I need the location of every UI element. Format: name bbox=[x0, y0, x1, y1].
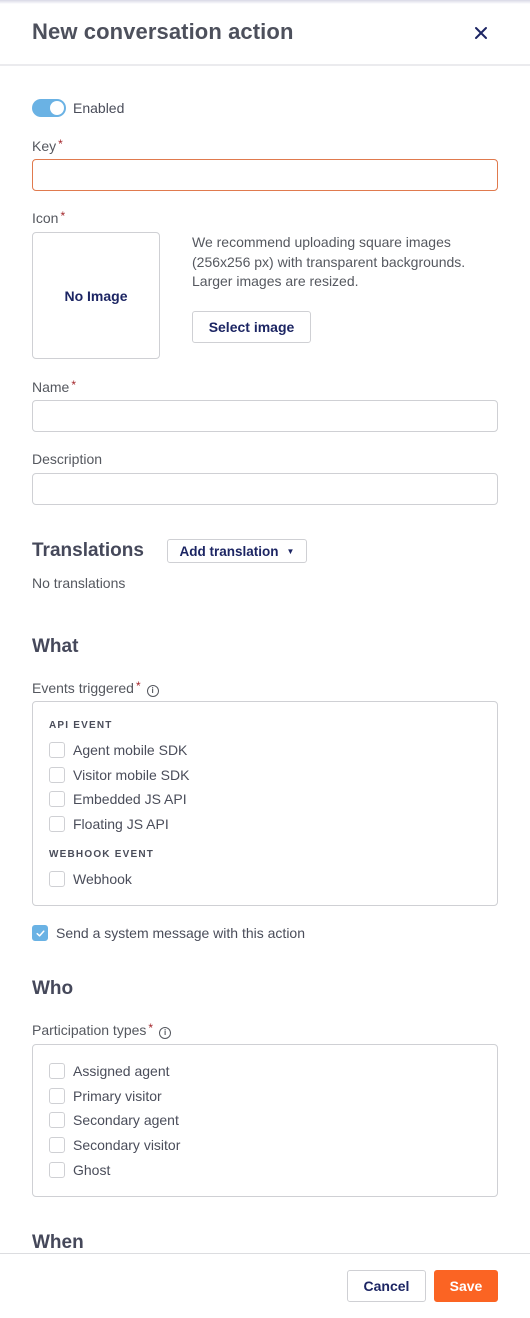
checkbox[interactable] bbox=[49, 742, 65, 758]
checkbox-secondary-visitor[interactable]: Secondary visitor bbox=[49, 1137, 180, 1153]
check-icon bbox=[36, 930, 45, 937]
system-message-checkbox[interactable] bbox=[32, 925, 48, 941]
checkbox-label: Floating JS API bbox=[73, 816, 169, 832]
save-button[interactable]: Save bbox=[434, 1270, 498, 1302]
checkbox-label: Secondary visitor bbox=[73, 1137, 181, 1153]
checkbox-visitor-mobile-sdk[interactable]: Visitor mobile SDK bbox=[49, 767, 189, 783]
checkbox-assigned-agent[interactable]: Assigned agent bbox=[49, 1063, 170, 1079]
add-translation-button[interactable]: Add translation ▼ bbox=[167, 539, 307, 563]
dialog-footer: Cancel Save bbox=[0, 1253, 530, 1318]
checkbox-embedded-js-api[interactable]: Embedded JS API bbox=[49, 791, 187, 807]
what-heading: What bbox=[32, 636, 79, 657]
checkbox-secondary-agent[interactable]: Secondary agent bbox=[49, 1112, 179, 1128]
icon-label-text: Icon bbox=[32, 210, 59, 226]
close-button[interactable] bbox=[468, 20, 494, 46]
participation-checkbox-group: Assigned agent Primary visitor Secondary… bbox=[32, 1044, 498, 1197]
checkbox[interactable] bbox=[49, 767, 65, 783]
info-icon[interactable]: i bbox=[146, 685, 159, 697]
required-mark: * bbox=[148, 1021, 154, 1035]
checkbox[interactable] bbox=[49, 1112, 65, 1128]
checkbox-webhook[interactable]: Webhook bbox=[49, 871, 132, 887]
key-label: Key * bbox=[32, 137, 63, 154]
icon-label: Icon * bbox=[32, 209, 65, 226]
add-translation-label: Add translation bbox=[179, 543, 279, 559]
participation-types-label: Participation types * i bbox=[32, 1021, 172, 1039]
participation-label-text: Participation types bbox=[32, 1022, 147, 1038]
translations-heading: Translations bbox=[32, 540, 144, 561]
group-title-api-event: API EVENT bbox=[49, 720, 113, 731]
dialog-body[interactable]: Enabled Key * Icon * No Image We recommend… bbox=[0, 68, 530, 1253]
checkbox-label: Ghost bbox=[73, 1162, 111, 1178]
system-message-checkbox-row[interactable]: Send a system message with this action bbox=[32, 925, 305, 941]
checkbox[interactable] bbox=[49, 791, 65, 807]
checkbox[interactable] bbox=[49, 1063, 65, 1079]
cancel-button[interactable]: Cancel bbox=[347, 1270, 426, 1302]
checkbox-label: Agent mobile SDK bbox=[73, 742, 188, 758]
required-mark: * bbox=[60, 209, 66, 223]
checkbox-floating-js-api[interactable]: Floating JS API bbox=[49, 816, 169, 832]
checkbox-ghost[interactable]: Ghost bbox=[49, 1162, 110, 1178]
events-label-text: Events triggered bbox=[32, 680, 134, 696]
required-mark: * bbox=[58, 137, 63, 151]
events-triggered-label: Events triggered * i bbox=[32, 679, 159, 697]
close-icon bbox=[475, 27, 487, 39]
name-label: Name * bbox=[32, 378, 76, 395]
icon-hint: We recommend uploading square images (25… bbox=[192, 234, 466, 289]
who-heading: Who bbox=[32, 978, 74, 999]
group-title-webhook-event: WEBHOOK EVENT bbox=[49, 849, 155, 860]
no-translations-text: No translations bbox=[32, 575, 126, 591]
checkbox-primary-visitor[interactable]: Primary visitor bbox=[49, 1088, 162, 1104]
required-mark: * bbox=[135, 679, 141, 693]
checkbox[interactable] bbox=[49, 1137, 65, 1153]
select-image-button[interactable]: Select image bbox=[192, 311, 311, 343]
checkbox-label: Assigned agent bbox=[73, 1063, 170, 1079]
required-mark: * bbox=[71, 378, 77, 392]
checkbox-label: Secondary agent bbox=[73, 1112, 179, 1128]
checkbox-label: Visitor mobile SDK bbox=[73, 767, 190, 783]
checkbox[interactable] bbox=[49, 871, 65, 887]
key-input[interactable] bbox=[32, 159, 498, 191]
description-label: Description bbox=[32, 451, 103, 467]
enabled-label: Enabled bbox=[73, 100, 125, 116]
when-heading: When bbox=[32, 1232, 84, 1253]
checkbox[interactable] bbox=[49, 1162, 65, 1178]
events-checkbox-group: API EVENT Agent mobile SDK Visitor mobil… bbox=[32, 701, 498, 906]
checkbox-label: Webhook bbox=[73, 871, 132, 887]
checkbox-agent-mobile-sdk[interactable]: Agent mobile SDK bbox=[49, 742, 187, 758]
dialog-title: New conversation action bbox=[32, 19, 294, 44]
toggle-knob bbox=[50, 101, 64, 115]
enabled-toggle[interactable] bbox=[32, 99, 66, 117]
icon-preview[interactable]: No Image bbox=[32, 232, 160, 359]
dialog-header: New conversation action bbox=[0, 0, 530, 66]
checkbox-label: Primary visitor bbox=[73, 1088, 162, 1104]
checkbox[interactable] bbox=[49, 1088, 65, 1104]
caret-down-icon: ▼ bbox=[286, 546, 295, 556]
info-icon[interactable]: i bbox=[159, 1027, 172, 1039]
description-input[interactable] bbox=[32, 473, 498, 505]
name-label-text: Name bbox=[32, 379, 70, 395]
no-image-text: No Image bbox=[64, 287, 128, 304]
system-message-label: Send a system message with this action bbox=[56, 925, 306, 941]
name-input[interactable] bbox=[32, 400, 498, 432]
key-label-text: Key bbox=[32, 138, 57, 154]
checkbox-label: Embedded JS API bbox=[73, 791, 187, 807]
checkbox[interactable] bbox=[49, 816, 65, 832]
